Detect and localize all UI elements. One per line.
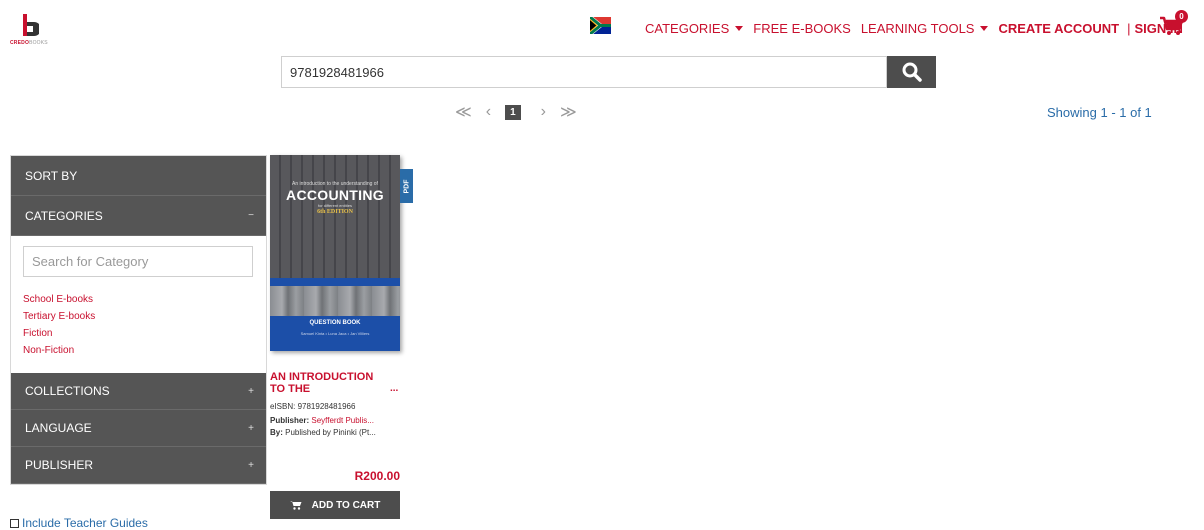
cover-background	[270, 155, 400, 280]
book-price: R200.00	[354, 469, 400, 483]
cover-book-type: QUESTION BOOK	[309, 320, 361, 326]
by-label: By:	[270, 428, 283, 437]
search-icon	[902, 62, 922, 82]
filter-sidebar: SORT BY CATEGORIES − School E-books Tert…	[10, 155, 267, 485]
cart-button[interactable]: 0	[1160, 10, 1190, 36]
nav-learning-tools-label: LEARNING TOOLS	[860, 20, 975, 36]
category-item[interactable]: Fiction	[23, 325, 254, 342]
book-title-line2: TO THE	[270, 383, 311, 395]
cover-edition: 6th EDITION	[317, 209, 353, 215]
publisher-label: PUBLISHER	[25, 458, 94, 472]
nav-free-ebooks-label: FREE E-BOOKS	[753, 20, 851, 36]
pagination: ≪ ‹ 1 › ≫	[455, 101, 591, 123]
cart-icon	[289, 501, 302, 510]
nav-separator: |	[1127, 20, 1131, 36]
book-cover[interactable]: An introduction to the understanding of …	[270, 155, 400, 351]
category-item[interactable]: School E-books	[23, 291, 254, 308]
add-to-cart-button[interactable]: ADD TO CART	[270, 491, 400, 519]
cover-title: ACCOUNTING	[286, 187, 384, 203]
pdf-format-tag: PDF	[400, 169, 413, 203]
by-value: Published by Pininki (Pt...	[285, 428, 376, 437]
cover-authors: Samuel Kinta • Luna Jaca • Jan Villiers	[300, 331, 370, 336]
language-label: LANGUAGE	[25, 421, 92, 435]
nav-categories-label: CATEGORIES	[645, 20, 730, 36]
nav-learning-tools[interactable]: LEARNING TOOLS	[861, 21, 989, 36]
logo-text: CREDOBOOKS	[10, 40, 48, 46]
caret-down-icon	[980, 25, 989, 31]
category-item[interactable]: Non-Fiction	[23, 342, 254, 359]
title-more-ellipsis[interactable]: ...	[390, 383, 398, 395]
book-title-line1: AN INTRODUCTION	[270, 371, 374, 383]
nav-create-account-label: CREATE ACCOUNT	[998, 20, 1120, 36]
nav-categories[interactable]: CATEGORIES	[645, 20, 744, 36]
eisbn-label: eISBN:	[270, 402, 296, 411]
top-nav: CATEGORIES FREE E-BOOKS LEARNING TOOLS C…	[645, 19, 1193, 37]
expand-icon: +	[248, 459, 254, 471]
first-page-button[interactable]: ≪	[455, 102, 472, 122]
logo-mark-icon	[23, 14, 39, 36]
eisbn-value: 9781928481966	[297, 402, 356, 411]
publisher-link[interactable]: Seyfferdt Publis...	[311, 416, 374, 425]
publisher-header[interactable]: PUBLISHER +	[11, 447, 266, 484]
cover-subtitle: for different entities	[318, 203, 352, 208]
collections-header[interactable]: COLLECTIONS +	[11, 373, 266, 410]
cart-count-badge: 0	[1175, 10, 1188, 23]
nav-free-ebooks[interactable]: FREE E-BOOKS	[753, 21, 851, 36]
categories-header[interactable]: CATEGORIES −	[11, 196, 266, 236]
sort-by-label: SORT BY	[25, 168, 78, 183]
prev-page-button[interactable]: ‹	[486, 103, 491, 121]
south-africa-flag-icon[interactable]	[590, 17, 611, 34]
sort-by-header[interactable]: SORT BY	[11, 156, 266, 196]
pdf-format-label: PDF	[403, 179, 410, 193]
book-publisher: Publisher: Seyfferdt Publis...	[270, 416, 402, 425]
search-button[interactable]	[887, 56, 936, 88]
results-count: Showing 1 - 1 of 1	[1047, 105, 1152, 120]
search-input[interactable]	[281, 56, 887, 88]
category-search-input[interactable]	[23, 246, 253, 277]
book-title-link[interactable]: AN INTRODUCTION TO THE ...	[270, 371, 398, 395]
include-teacher-guides-checkbox[interactable]: Include Teacher Guides	[10, 516, 148, 530]
checkbox-icon[interactable]	[10, 518, 19, 528]
credobooks-logo[interactable]: CREDOBOOKS	[10, 14, 50, 48]
book-eisbn: eISBN: 9781928481966	[270, 402, 402, 411]
add-to-cart-label: ADD TO CART	[311, 499, 381, 511]
expand-icon: +	[248, 385, 254, 397]
expand-icon: +	[248, 422, 254, 434]
current-page[interactable]: 1	[505, 104, 521, 120]
caret-down-icon	[735, 25, 744, 31]
categories-label: CATEGORIES	[25, 208, 103, 223]
category-list: School E-books Tertiary E-books Fiction …	[23, 291, 254, 359]
book-by: By: Published by Pininki (Pt...	[270, 428, 402, 437]
next-page-button[interactable]: ›	[541, 103, 546, 121]
collapse-icon: −	[248, 210, 254, 221]
category-item[interactable]: Tertiary E-books	[23, 308, 254, 325]
language-header[interactable]: LANGUAGE +	[11, 410, 266, 447]
nav-create-account[interactable]: CREATE ACCOUNT	[998, 21, 1119, 36]
include-teacher-guides-label: Include Teacher Guides	[22, 516, 148, 530]
publisher-label-text: Publisher:	[270, 416, 310, 425]
last-page-button[interactable]: ≫	[560, 102, 577, 122]
collections-label: COLLECTIONS	[25, 384, 110, 398]
categories-body: School E-books Tertiary E-books Fiction …	[11, 236, 266, 373]
cover-stone-image	[270, 286, 400, 316]
